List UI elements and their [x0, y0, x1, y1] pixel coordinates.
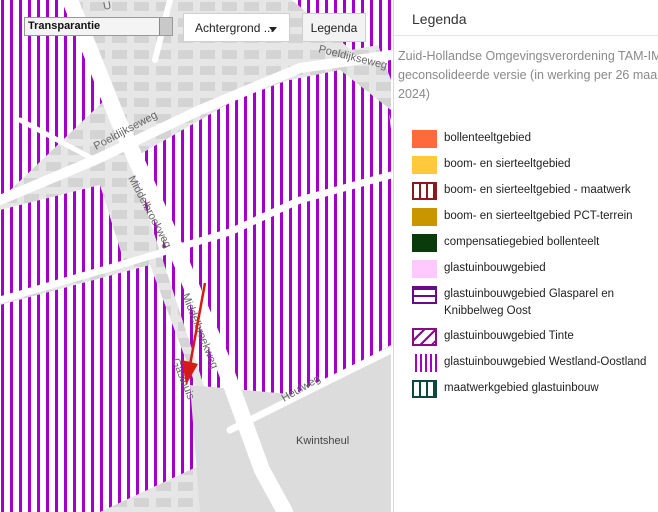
transparency-label: Transparantie: [28, 20, 101, 32]
legend-item: boom- en sierteeltgebied PCT-terrein: [412, 208, 654, 226]
legend-item: compensatiegebied bollenteelt: [412, 234, 654, 252]
legend-item-label: boom- en sierteeltgebied - maatwerk: [444, 184, 631, 196]
legend-item: glastuinbouwgebied Glasparel en Knibbelw…: [412, 286, 654, 320]
place-label-kwintsheul: Kwintsheul: [296, 435, 349, 447]
legend-item: boom- en sierteeltgebied - maatwerk: [412, 182, 654, 200]
legend-swatch: [412, 156, 437, 174]
legend-item-label: glastuinbouwgebied Westland-Oostland: [444, 356, 647, 368]
caret-down-icon: [269, 27, 277, 32]
legend-item-label: bollenteeltgebied: [444, 132, 531, 144]
legend-item-label: boom- en sierteeltgebied: [444, 158, 571, 170]
legend-item-label: maatwerkgebied glastuinbouw: [444, 382, 599, 394]
map-viewer[interactable]: Poeldijkseweg Poeldijkseweg Middelbroekw…: [0, 0, 391, 512]
legend-swatch: [412, 182, 437, 200]
background-dropdown[interactable]: Achtergrond ...: [183, 13, 290, 42]
legend-swatch: [412, 260, 437, 278]
transparency-slider[interactable]: Transparantie: [24, 17, 173, 36]
legend-item: glastuinbouwgebied Tinte: [412, 328, 654, 346]
legend-item: boom- en sierteeltgebied: [412, 156, 654, 174]
legend-item-label: glastuinbouwgebied Glasparel en Knibbelw…: [444, 288, 615, 317]
legend-item: maatwerkgebied glastuinbouw: [412, 380, 654, 398]
legend-item: bollenteeltgebied: [412, 130, 654, 148]
legend-panel: Legenda Zuid-Hollandse Omgevingsverorden…: [393, 0, 658, 512]
legend-item: glastuinbouwgebied Westland-Oostland: [412, 354, 654, 372]
legend-panel-header: Legenda: [394, 0, 658, 36]
legend-swatch: [412, 286, 437, 304]
legend-item-label: glastuinbouwgebied Tinte: [444, 330, 574, 342]
legend-item-label: boom- en sierteeltgebied PCT-terrein: [444, 210, 633, 222]
map-canvas[interactable]: Poeldijkseweg Poeldijkseweg Middelbroekw…: [0, 0, 391, 512]
legend-swatch: [412, 354, 437, 372]
legend-item: glastuinbouwgebied: [412, 260, 654, 278]
background-dropdown-label: Achtergrond ...: [195, 21, 274, 35]
legend-item-label: glastuinbouwgebied: [444, 262, 546, 274]
legend-map-title: Zuid-Hollandse Omgevingsverordening TAM-…: [398, 49, 658, 101]
legend-swatch: [412, 208, 437, 226]
legend-swatch: [412, 380, 437, 398]
legend-swatch: [412, 234, 437, 252]
legend-swatch: [412, 328, 437, 346]
legend-button[interactable]: Legenda: [302, 13, 366, 42]
legend-item-label: compensatiegebied bollenteelt: [444, 236, 600, 248]
legend-swatch: [412, 130, 437, 148]
